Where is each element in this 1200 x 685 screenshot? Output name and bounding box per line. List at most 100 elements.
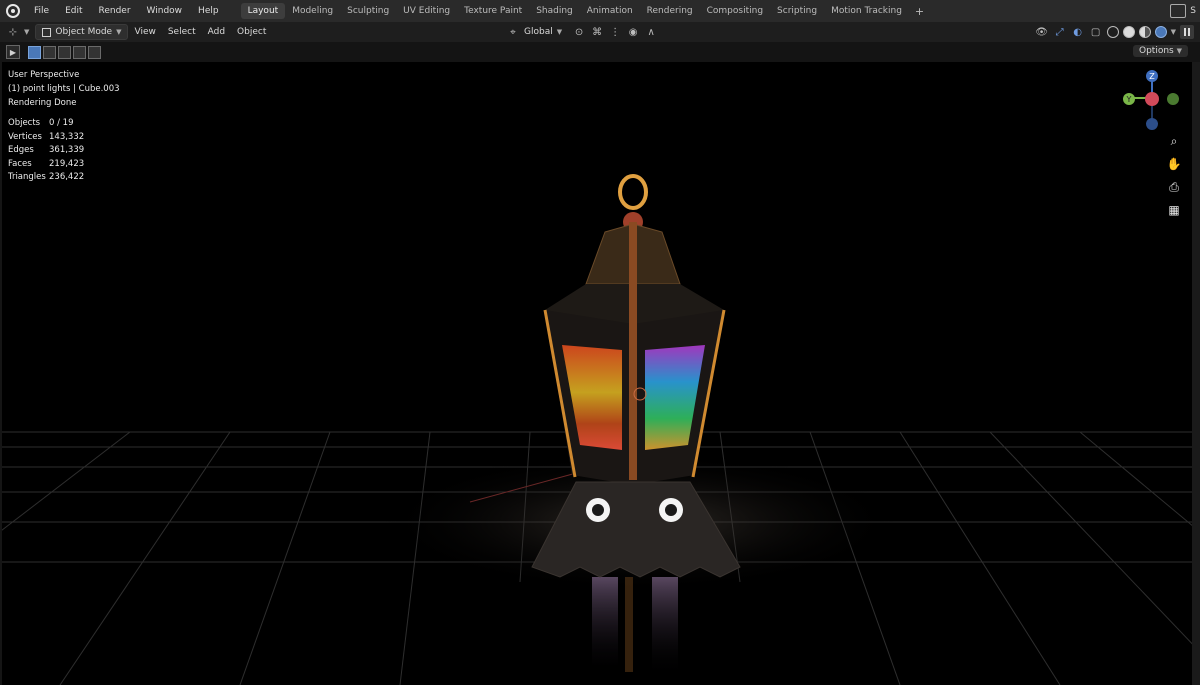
select-difference-icon[interactable] bbox=[73, 45, 86, 59]
neg-y-axis-handle bbox=[1167, 93, 1179, 105]
menu-help[interactable]: Help bbox=[190, 6, 227, 16]
select-intersect-icon[interactable] bbox=[88, 45, 101, 59]
camera-icon[interactable]: ⎙ bbox=[1166, 179, 1182, 195]
main-menu: File Edit Render Window Help bbox=[26, 6, 227, 16]
right-edge bbox=[1192, 62, 1200, 685]
chevron-down-icon: ▼ bbox=[556, 28, 563, 36]
menu-file[interactable]: File bbox=[26, 6, 57, 16]
header-menu-object[interactable]: Object bbox=[231, 25, 272, 39]
snap-icon[interactable]: ⌘ bbox=[590, 25, 604, 39]
options-button[interactable]: Options ▼ bbox=[1133, 45, 1188, 57]
header-menu-view[interactable]: View bbox=[128, 25, 161, 39]
lantern-model bbox=[531, 174, 741, 578]
viewport-header: ⊹ ▼ Object Mode ▼ View Select Add Object ⌖ G… bbox=[0, 22, 1200, 43]
wireframe-shading-icon[interactable] bbox=[1106, 26, 1119, 38]
viewport-info: User Perspective (1) point lights | Cube… bbox=[8, 68, 120, 110]
stat-value: 361,339 bbox=[49, 145, 85, 156]
xray-icon[interactable]: ▢ bbox=[1089, 25, 1103, 39]
stat-row: Edges 361,339 bbox=[8, 144, 84, 158]
select-new-icon[interactable] bbox=[28, 45, 41, 59]
chevron-down-icon[interactable]: ▼ bbox=[1171, 28, 1176, 36]
editor-type-icon: ⊹ bbox=[8, 26, 18, 38]
chevron-down-icon: ▼ bbox=[116, 28, 122, 36]
collection-info: (1) point lights | Cube.003 bbox=[8, 84, 120, 94]
tab-motion-tracking[interactable]: Motion Tracking bbox=[824, 3, 909, 19]
transform-orientation-label: Global bbox=[524, 27, 553, 37]
3d-viewport[interactable]: User Perspective (1) point lights | Cube… bbox=[0, 62, 1200, 685]
chevron-down-icon: ▼ bbox=[24, 28, 30, 36]
x-axis-handle bbox=[1145, 92, 1159, 106]
tab-shading[interactable]: Shading bbox=[529, 3, 580, 19]
hand-pan-icon[interactable]: ✋ bbox=[1166, 156, 1182, 172]
stat-label: Faces bbox=[8, 158, 32, 169]
stat-value: 0 / 19 bbox=[49, 118, 74, 128]
tool-settings-bar: ▶ Options ▼ bbox=[0, 42, 1200, 62]
tab-modeling[interactable]: Modeling bbox=[285, 3, 340, 19]
left-edge bbox=[0, 62, 2, 685]
play-icon[interactable]: ▶ bbox=[6, 45, 20, 59]
falloff-icon[interactable]: ∧ bbox=[644, 25, 658, 39]
grid-view-icon[interactable]: ▦ bbox=[1166, 202, 1182, 218]
rendered-shading-icon[interactable] bbox=[1154, 26, 1167, 38]
zoom-icon[interactable]: ⌕ bbox=[1166, 133, 1182, 149]
add-workspace-icon[interactable]: + bbox=[909, 5, 930, 18]
top-bar: File Edit Render Window Help Layout Modeling S… bbox=[0, 0, 1200, 22]
stat-label: Vertices bbox=[8, 131, 42, 142]
gizmo-icon[interactable]: ⤢ bbox=[1053, 25, 1067, 39]
proportional-edit-icon[interactable]: ◉ bbox=[626, 25, 640, 39]
menu-render[interactable]: Render bbox=[91, 6, 139, 16]
workspace-tabs: Layout Modeling Sculpting UV Editing Texture… bbox=[240, 0, 909, 22]
selection-mode-group bbox=[28, 45, 101, 59]
overlay-icon[interactable]: ◐ bbox=[1071, 25, 1085, 39]
editor-type-button[interactable]: ⊹ ▼ bbox=[0, 23, 35, 41]
blender-logo-icon[interactable] bbox=[6, 4, 20, 18]
pivot-icon[interactable]: ⊙ bbox=[572, 25, 586, 39]
y-label: Y bbox=[1126, 95, 1132, 104]
scene-render bbox=[0, 174, 1200, 685]
menu-window[interactable]: Window bbox=[139, 6, 191, 16]
transform-tools: ⌖ Global ▼ ⊙ ⌘ ⋮ ◉ ∧ bbox=[500, 22, 658, 42]
tab-uv-editing[interactable]: UV Editing bbox=[396, 3, 457, 19]
chevron-down-icon: ▼ bbox=[1176, 47, 1182, 55]
stat-value: 143,332 bbox=[49, 131, 85, 142]
lantern-reflection bbox=[592, 577, 678, 677]
material-shading-icon[interactable] bbox=[1138, 26, 1151, 38]
mode-selector[interactable]: Object Mode ▼ bbox=[35, 24, 129, 40]
transform-orientation-select[interactable]: ⌖ Global ▼ bbox=[500, 23, 568, 41]
view-name: User Perspective bbox=[8, 70, 80, 80]
scene-icon[interactable] bbox=[1170, 4, 1187, 18]
tab-texture-paint[interactable]: Texture Paint bbox=[457, 3, 529, 19]
header-menus: View Select Add Object bbox=[128, 25, 272, 39]
stat-label: Objects bbox=[8, 118, 41, 128]
stat-label: Edges bbox=[8, 145, 34, 156]
tab-rendering[interactable]: Rendering bbox=[640, 3, 700, 19]
tab-scripting[interactable]: Scripting bbox=[770, 3, 824, 19]
options-label: Options bbox=[1139, 46, 1174, 56]
pause-icon[interactable] bbox=[1180, 25, 1194, 39]
navigation-gizmo[interactable]: Z Y bbox=[1115, 64, 1195, 134]
select-subtract-icon[interactable] bbox=[58, 45, 71, 59]
mode-label: Object Mode bbox=[55, 27, 113, 37]
select-extend-icon[interactable] bbox=[43, 45, 56, 59]
scene-statistics: Objects 0 / 19 Vertices 143,332 Edges 361,339… bbox=[8, 117, 84, 185]
object-mode-cube-icon bbox=[42, 27, 52, 37]
scene-label[interactable]: S bbox=[1190, 6, 1196, 16]
tab-layout[interactable]: Layout bbox=[240, 3, 286, 19]
render-status: Rendering Done bbox=[8, 98, 77, 108]
header-menu-select[interactable]: Select bbox=[162, 25, 202, 39]
snap-target-icon[interactable]: ⋮ bbox=[608, 25, 622, 39]
tab-sculpting[interactable]: Sculpting bbox=[340, 3, 396, 19]
tab-animation[interactable]: Animation bbox=[580, 3, 640, 19]
top-right-controls: S bbox=[1170, 0, 1200, 22]
stat-value: 219,423 bbox=[49, 158, 85, 169]
z-label: Z bbox=[1149, 72, 1155, 81]
solid-shading-icon[interactable] bbox=[1122, 26, 1135, 38]
stat-row: Triangles 236,422 bbox=[8, 171, 84, 185]
menu-edit[interactable]: Edit bbox=[57, 6, 90, 16]
visibility-icon[interactable]: 👁 bbox=[1035, 25, 1049, 39]
viewport-shading-tools: 👁 ⤢ ◐ ▢ ▼ bbox=[1035, 22, 1194, 42]
header-menu-add[interactable]: Add bbox=[202, 25, 231, 39]
tab-compositing[interactable]: Compositing bbox=[700, 3, 770, 19]
transform-orientation-icon: ⌖ bbox=[510, 26, 516, 38]
neg-z-axis-handle bbox=[1146, 118, 1158, 130]
